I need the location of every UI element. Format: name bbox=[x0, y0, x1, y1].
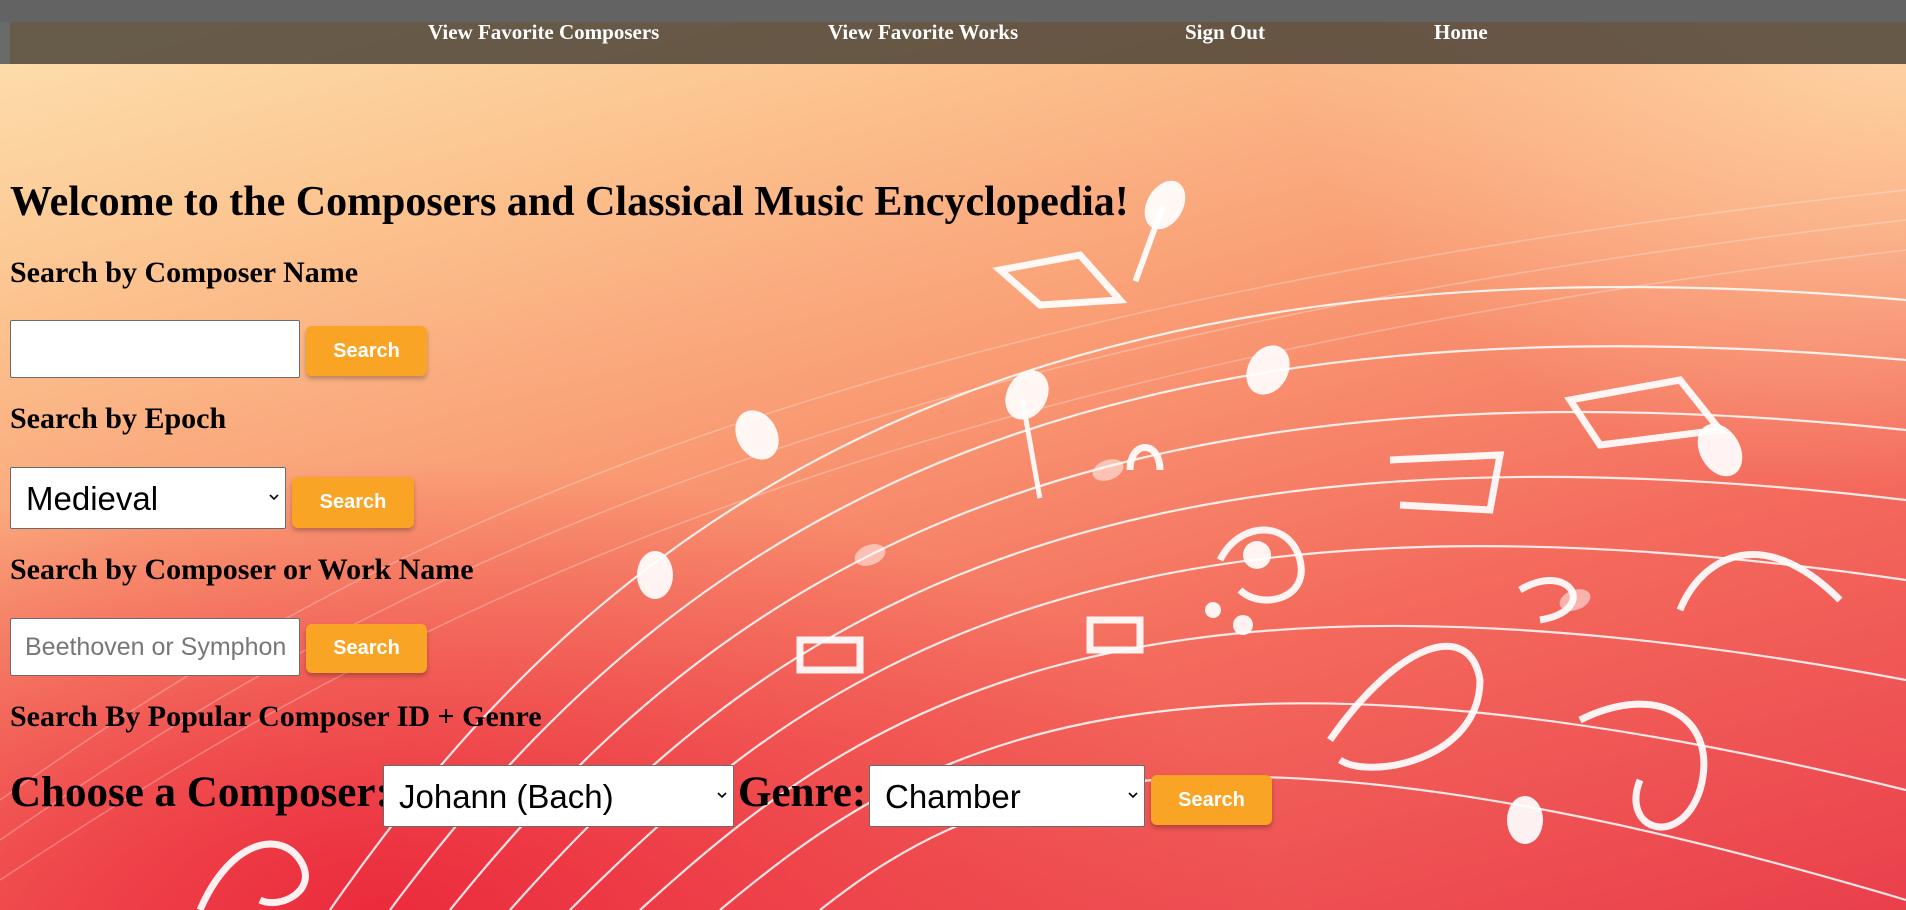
epoch-search-button[interactable]: Search bbox=[292, 477, 414, 528]
genre-label: Genre: bbox=[738, 769, 867, 816]
chevron-down-icon bbox=[717, 792, 727, 799]
composer-name-input[interactable] bbox=[10, 320, 300, 378]
nav-home[interactable]: Home bbox=[1434, 20, 1488, 45]
popular-search-heading: Search By Popular Composer ID + Genre bbox=[10, 700, 542, 733]
nav-left-edge bbox=[0, 22, 10, 64]
top-nav: View Favorite Composers View Favorite Wo… bbox=[0, 0, 1906, 64]
genre-select[interactable]: Chamber bbox=[869, 765, 1145, 827]
composer-name-search-heading: Search by Composer Name bbox=[10, 256, 359, 289]
genre-select-value: Chamber bbox=[885, 778, 1021, 815]
composer-select-value: Johann (Bach) bbox=[399, 778, 614, 815]
epoch-select[interactable]: Medieval bbox=[10, 467, 286, 529]
nav-view-favorite-composers[interactable]: View Favorite Composers bbox=[428, 20, 659, 45]
composer-select[interactable]: Johann (Bach) bbox=[383, 765, 734, 827]
nav-top-strip bbox=[0, 0, 1906, 22]
epoch-search-heading: Search by Epoch bbox=[10, 402, 227, 435]
work-search-button[interactable]: Search bbox=[306, 624, 427, 673]
epoch-select-value: Medieval bbox=[26, 480, 159, 517]
popular-search-button[interactable]: Search bbox=[1151, 775, 1272, 825]
chevron-down-icon bbox=[269, 494, 279, 501]
nav-view-favorite-works[interactable]: View Favorite Works bbox=[828, 20, 1018, 45]
page-title: Welcome to the Composers and Classical M… bbox=[10, 179, 1129, 225]
nav-sign-out[interactable]: Sign Out bbox=[1185, 20, 1265, 45]
work-search-input[interactable] bbox=[10, 618, 300, 676]
chevron-down-icon bbox=[1128, 792, 1138, 799]
choose-composer-label: Choose a Composer: bbox=[10, 769, 390, 816]
composer-name-search-button[interactable]: Search bbox=[306, 326, 427, 376]
work-search-heading: Search by Composer or Work Name bbox=[10, 553, 474, 586]
